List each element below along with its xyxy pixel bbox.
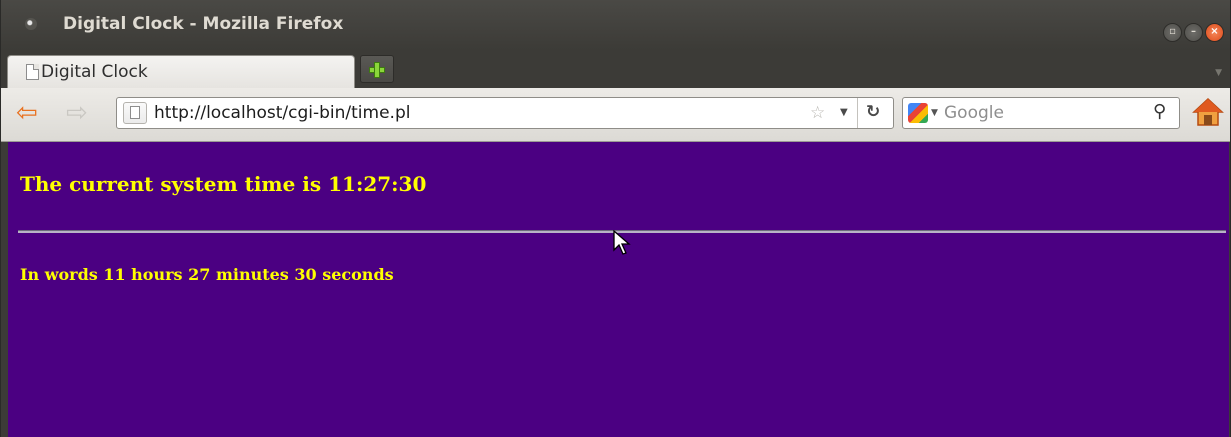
- title-bar: Digital Clock - Mozilla Firefox ▫ – ×: [1, 0, 1230, 50]
- site-identity-icon[interactable]: [123, 102, 147, 124]
- close-button[interactable]: ×: [1205, 23, 1224, 42]
- search-placeholder[interactable]: Google: [944, 103, 1004, 123]
- navigation-toolbar: ⇦ ⇨ http://localhost/cgi-bin/time.pl ☆ ▼…: [1, 88, 1230, 142]
- reload-icon: ↻: [866, 102, 881, 122]
- tab-label: Digital Clock: [41, 62, 148, 82]
- window-controls: ▫ – ×: [1161, 23, 1224, 42]
- minimize-button[interactable]: –: [1184, 23, 1203, 42]
- magnifier-icon[interactable]: ⚲: [1153, 101, 1166, 122]
- tab-list-arrow-icon[interactable]: ▼: [1215, 68, 1222, 78]
- url-bar[interactable]: http://localhost/cgi-bin/time.pl ☆ ▼ ↻: [116, 97, 894, 129]
- home-icon[interactable]: [1192, 96, 1224, 128]
- maximize-button[interactable]: ▫: [1163, 23, 1182, 42]
- mouse-cursor-icon: [613, 229, 631, 260]
- system-time-heading: The current system time is 11:27:30: [20, 172, 427, 196]
- url-text[interactable]: http://localhost/cgi-bin/time.pl: [154, 103, 410, 123]
- window-menu-icon[interactable]: [25, 18, 37, 30]
- search-bar[interactable]: ▼ Google ⚲: [902, 97, 1180, 129]
- time-in-words: In words 11 hours 27 minutes 30 seconds: [20, 265, 394, 284]
- google-engine-icon[interactable]: [908, 103, 928, 123]
- star-icon[interactable]: ☆: [810, 103, 825, 123]
- reload-button[interactable]: ↻: [857, 98, 894, 128]
- window-title: Digital Clock - Mozilla Firefox: [63, 14, 344, 34]
- tab-digital-clock[interactable]: Digital Clock: [7, 55, 355, 88]
- tab-strip: Digital Clock: [1, 50, 1230, 88]
- history-dropdown-icon[interactable]: ▼: [840, 107, 848, 118]
- new-tab-button[interactable]: [360, 55, 394, 83]
- forward-arrow-icon[interactable]: ⇨: [66, 100, 88, 126]
- back-arrow-icon[interactable]: ⇦: [16, 100, 38, 126]
- page-content: The current system time is 11:27:30 In w…: [8, 142, 1229, 437]
- engine-dropdown-icon[interactable]: ▼: [931, 108, 938, 118]
- page-icon: [26, 64, 39, 80]
- browser-window: Digital Clock - Mozilla Firefox ▫ – × Di…: [0, 0, 1231, 437]
